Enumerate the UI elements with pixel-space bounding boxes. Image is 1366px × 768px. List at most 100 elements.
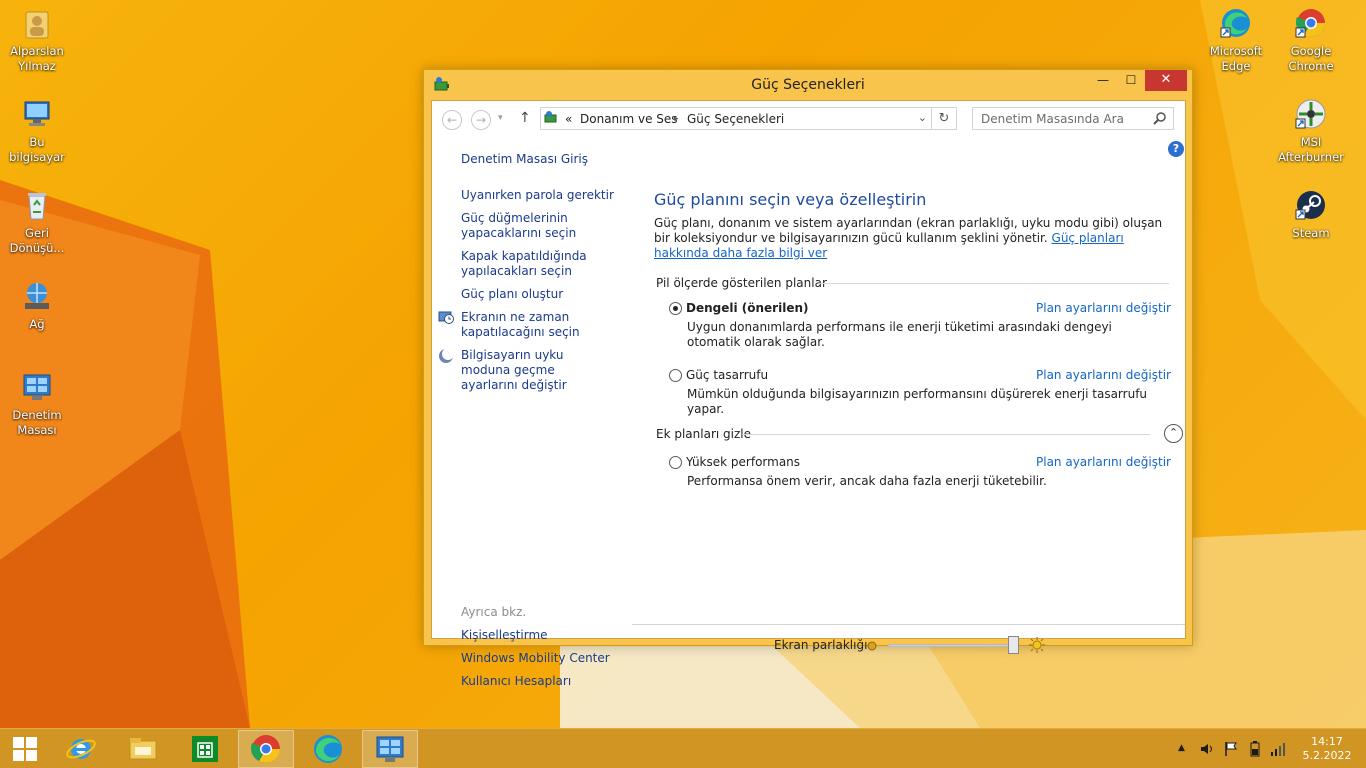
desktop-icon-label: MSI Afterburner — [1278, 135, 1344, 164]
bottom-divider — [632, 624, 1185, 625]
breadcrumb-hardware-and-sound[interactable]: Donanım ve Ses — [580, 112, 678, 126]
desktop-icon-recycle-bin[interactable]: Geri Dönüşü... — [0, 188, 74, 256]
desktop-icon-chrome[interactable]: Google Chrome — [1274, 6, 1348, 74]
see-also-heading: Ayrıca bkz. — [461, 605, 527, 619]
mobility-center-link[interactable]: Windows Mobility Center — [461, 651, 610, 666]
forward-button[interactable]: → — [471, 110, 491, 130]
chrome-icon — [250, 735, 280, 763]
require-password-link[interactable]: Uyanırken parola gerektir — [461, 188, 614, 203]
brightness-high-icon — [1028, 636, 1046, 654]
sleep-settings-link[interactable]: Bilgisayarın uyku moduna geçme ayarların… — [461, 348, 611, 393]
desktop-icon-user-folder[interactable]: Alparslan Yılmaz — [0, 6, 74, 74]
refresh-button[interactable]: ↻ — [932, 107, 957, 130]
search-icon[interactable] — [1153, 111, 1167, 125]
page-title: Güç planını seçin veya özelleştirin — [654, 190, 927, 209]
desktop-icon-network[interactable]: Ağ — [0, 279, 74, 332]
arrow-up-icon: ↑ — [519, 110, 531, 126]
plan-balanced-name[interactable]: Dengeli (önerilen) — [686, 301, 809, 315]
desktop-icon-label: Bu bilgisayar — [9, 135, 65, 164]
plan-power-saver-change-link[interactable]: Plan ayarlarını değiştir — [1036, 368, 1171, 382]
back-button[interactable]: ← — [442, 110, 462, 130]
action-center-flag-icon[interactable] — [1223, 741, 1239, 760]
breadcrumb-overflow[interactable]: « — [565, 112, 572, 126]
start-icon — [13, 737, 37, 761]
maximize-button[interactable]: ☐ — [1117, 70, 1145, 91]
section-divider — [742, 434, 1150, 435]
volume-icon[interactable] — [1199, 741, 1215, 760]
control-panel-icon — [376, 736, 404, 762]
brightness-slider-track[interactable] — [888, 644, 1016, 647]
brightness-low-icon — [866, 640, 878, 652]
desktop-icon-this-pc[interactable]: Bu bilgisayar — [0, 97, 74, 165]
user-accounts-link[interactable]: Kullanıcı Hesapları — [461, 674, 571, 689]
taskbar-control-panel[interactable] — [362, 730, 418, 768]
taskbar-internet-explorer[interactable] — [53, 730, 109, 768]
lid-close-link[interactable]: Kapak kapatıldığında yapılacakları seçin — [461, 249, 591, 279]
taskbar: ▲ 14:17 5.2.2022 — [0, 728, 1366, 768]
left-navigation-pane: Denetim Masası Giriş Uyanırken parola ge… — [432, 137, 632, 688]
desktop-icon-steam[interactable]: Steam — [1274, 188, 1348, 241]
file-explorer-icon — [129, 738, 157, 760]
plan-power-saver-radio[interactable] — [669, 369, 682, 382]
taskbar-file-explorer[interactable] — [115, 730, 171, 768]
address-dropdown[interactable]: ⌄ — [918, 111, 927, 124]
plan-balanced-radio[interactable] — [669, 302, 682, 315]
collapse-extra-plans-button[interactable]: ⌃ — [1164, 424, 1183, 443]
edge-icon — [1219, 6, 1253, 40]
system-clock[interactable]: 14:17 5.2.2022 — [1302, 735, 1352, 763]
arrow-right-icon: → — [475, 113, 487, 127]
window-title: Güç Seçenekleri — [751, 77, 865, 93]
network-icon — [20, 279, 54, 313]
sleep-moon-icon — [438, 348, 454, 364]
taskbar-store[interactable] — [177, 730, 233, 768]
desktop-icon-control-panel[interactable]: Denetim Masası — [0, 370, 74, 438]
network-signal-icon[interactable] — [1270, 741, 1286, 760]
plan-power-saver-description: Mümkün olduğunda bilgisayarınızın perfor… — [687, 387, 1148, 416]
plan-high-performance-change-link[interactable]: Plan ayarlarını değiştir — [1036, 455, 1171, 469]
desktop-icon-label: Microsoft Edge — [1209, 44, 1263, 73]
breadcrumb-power-options[interactable]: Güç Seçenekleri — [687, 112, 784, 126]
arrow-left-icon: ← — [446, 113, 458, 127]
display-off-link[interactable]: Ekranın ne zaman kapatılacağını seçin — [461, 310, 591, 340]
personalization-link[interactable]: Kişiselleştirme — [461, 628, 548, 643]
plan-balanced-change-link[interactable]: Plan ayarlarını değiştir — [1036, 301, 1171, 315]
brightness-slider-thumb[interactable] — [1007, 636, 1019, 654]
control-panel-small-icon — [544, 110, 560, 126]
section-hide-extra-plans[interactable]: Ek planları gizle — [656, 427, 751, 441]
search-input[interactable]: Denetim Masasında Ara — [972, 107, 1174, 130]
control-panel-icon — [20, 370, 54, 404]
control-panel-home-link[interactable]: Denetim Masası Giriş — [461, 152, 588, 167]
battery-icon[interactable] — [1247, 741, 1263, 760]
plan-balanced-description: Uygun donanımlarda performans ile enerji… — [687, 320, 1112, 349]
start-button[interactable] — [0, 730, 50, 768]
intro-text: Güç planı, donanım ve sistem ayarlarında… — [654, 216, 1164, 261]
minimize-button[interactable]: — — [1089, 70, 1117, 91]
computer-icon — [20, 97, 54, 131]
msi-afterburner-icon — [1294, 97, 1328, 131]
taskbar-edge[interactable] — [300, 730, 356, 768]
plan-power-saver-name[interactable]: Güç tasarrufu — [686, 368, 768, 382]
window-titlebar[interactable]: Güç Seçenekleri — ☐ ✕ — [424, 70, 1192, 100]
window-client-area: ← → ▾ ↑ « Donanım ve Ses ▸ Güç Seçenekle… — [431, 100, 1186, 688]
power-buttons-link[interactable]: Güç düğmelerinin yapacaklarını seçin — [461, 211, 601, 241]
taskbar-chrome[interactable] — [238, 730, 294, 768]
desktop-icon-msi-afterburner[interactable]: MSI Afterburner — [1274, 97, 1348, 165]
breadcrumb-separator: ▸ — [674, 114, 679, 124]
address-bar[interactable]: « Donanım ve Ses ▸ Güç Seçenekleri ⌄ — [540, 107, 932, 130]
plan-high-performance-radio[interactable] — [669, 456, 682, 469]
power-options-window: Güç Seçenekleri — ☐ ✕ ← → ▾ ↑ « Donanım … — [423, 69, 1193, 688]
close-button[interactable]: ✕ — [1145, 70, 1187, 91]
section-divider — [819, 283, 1169, 284]
plan-high-performance-name[interactable]: Yüksek performans — [686, 455, 800, 469]
tray-overflow-button[interactable]: ▲ — [1178, 743, 1185, 753]
search-placeholder: Denetim Masasında Ara — [981, 112, 1124, 126]
create-power-plan-link[interactable]: Güç planı oluştur — [461, 287, 563, 302]
up-button[interactable]: ↑ — [519, 110, 531, 126]
chrome-icon — [1294, 6, 1328, 40]
store-icon — [192, 736, 218, 762]
desktop-icon-edge[interactable]: Microsoft Edge — [1199, 6, 1273, 74]
desktop-icon-label: Geri Dönüşü... — [9, 226, 65, 255]
recycle-bin-icon — [20, 188, 54, 222]
recent-locations-dropdown[interactable]: ▾ — [498, 113, 503, 123]
help-icon[interactable]: ? — [1168, 141, 1184, 157]
